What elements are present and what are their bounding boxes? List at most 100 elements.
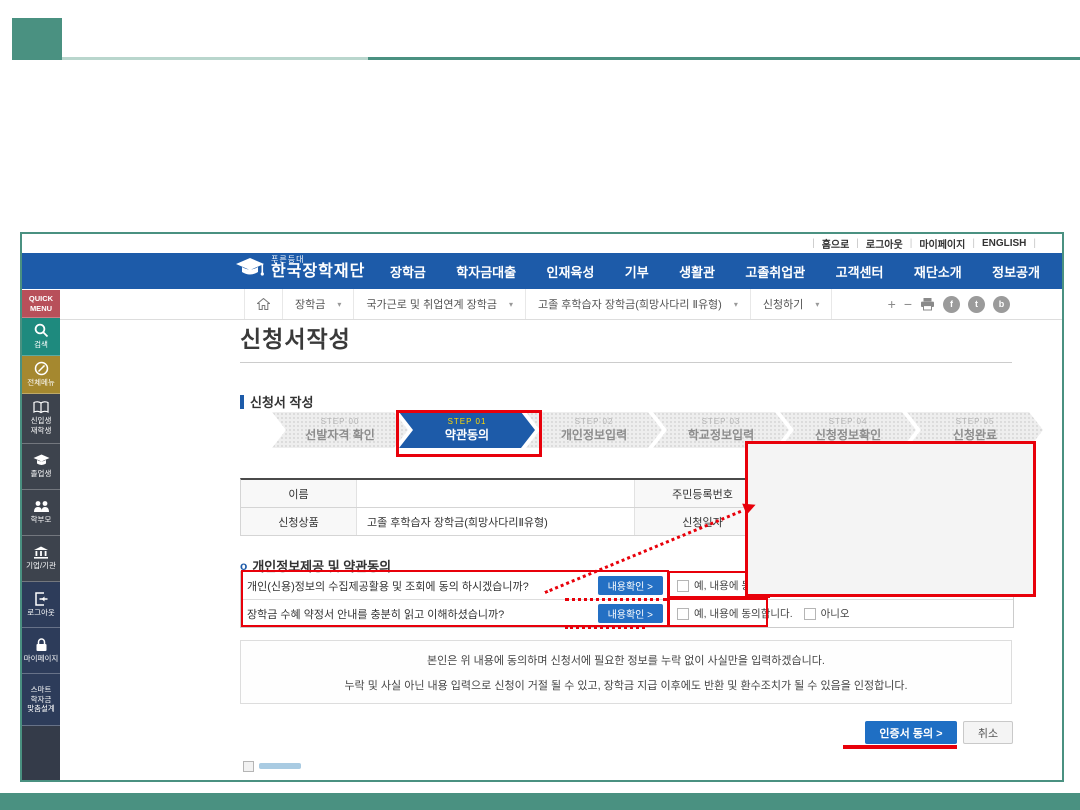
book-icon	[33, 401, 49, 414]
brand-label: 한국장학재단	[271, 264, 365, 280]
breadcrumb-apply[interactable]: 신청하기 ▾	[751, 289, 833, 319]
truncated-link[interactable]	[259, 763, 301, 769]
sidebar-item-label: 스마트 학자금 맞춤설계	[27, 685, 55, 714]
truncated-checkbox[interactable]	[243, 761, 254, 772]
annotation-dotted-line-2	[565, 626, 645, 629]
menu-scholarship[interactable]: 장학금	[390, 262, 426, 281]
product-header-cell: 신청상품	[241, 508, 357, 535]
compass-icon	[34, 361, 49, 376]
sidebar-item-parents[interactable]: 학부모	[22, 490, 60, 536]
step-02: STEP 02 개인정보입력	[526, 412, 662, 448]
menu-customer-center[interactable]: 고객센터	[836, 262, 884, 281]
section-accent-bar	[240, 395, 244, 409]
step-00: STEP 00 선발자격 확인	[272, 412, 408, 448]
slide-accent-line-dark	[368, 57, 1080, 60]
sidebar-item-label: 기업/기관	[26, 561, 56, 571]
sidebar-item-label: 신입생 재학생	[31, 416, 52, 436]
people-icon	[33, 500, 50, 513]
main-menu: 장학금 학자금대출 인재육성 기부 생활관 고졸취업관 고객센터 재단소개 정보…	[390, 253, 1040, 289]
facebook-icon[interactable]: f	[943, 296, 960, 313]
menu-loans[interactable]: 학자금대출	[456, 262, 516, 281]
menu-talent[interactable]: 인재육성	[547, 262, 595, 281]
breadcrumb-label: 장학금	[295, 296, 325, 312]
chevron-down-icon: ▾	[509, 300, 513, 309]
sidebar-filler	[22, 726, 60, 780]
breadcrumb-home[interactable]	[244, 289, 283, 319]
menu-disclosure[interactable]: 정보공개	[992, 262, 1040, 281]
certificate-agree-button[interactable]: 인증서 동의 >	[865, 721, 957, 744]
sidebar-item-mypage[interactable]: 마이페이지	[22, 628, 60, 674]
product-value-cell: 고졸 후학습자 장학금(희망사다리Ⅱ유형)	[357, 508, 635, 535]
page-tools: + − f t b	[888, 289, 1010, 319]
menu-highschool-employment[interactable]: 고졸취업관	[745, 262, 805, 281]
sidebar-item-label: 전체메뉴	[27, 378, 55, 388]
name-value-cell	[357, 480, 635, 507]
sidebar-item-label: 마이페이지	[24, 654, 59, 664]
section-title: 신청서 작성	[250, 392, 313, 411]
home-link[interactable]: 홈으로	[822, 236, 850, 251]
breadcrumb-label: 고졸 후학습자 장학금(희망사다리 Ⅱ유형)	[538, 296, 722, 312]
sidebar-item-search[interactable]: 검색	[22, 318, 60, 356]
quick-menu-header: QUICK MENU	[22, 290, 60, 318]
blog-icon[interactable]: b	[993, 296, 1010, 313]
step-number: STEP 02	[575, 417, 614, 426]
sidebar-item-freshman[interactable]: 신입생 재학생	[22, 394, 60, 444]
divider: |	[910, 238, 913, 249]
step-label: 개인정보입력	[561, 426, 627, 443]
divider: |	[972, 238, 975, 249]
slide-accent-line-light	[62, 57, 368, 60]
sidebar-item-smart-plan[interactable]: 스마트 학자금 맞춤설계	[22, 674, 60, 726]
step-number: STEP 04	[829, 417, 868, 426]
breadcrumb: 장학금 ▾ 국가근로 및 취업연계 장학금 ▾ 고졸 후학습자 장학금(희망사다…	[244, 289, 832, 319]
sidebar-item-logout[interactable]: 로그아웃	[22, 582, 60, 628]
breadcrumb-program[interactable]: 고졸 후학습자 장학금(희망사다리 Ⅱ유형) ▾	[526, 289, 751, 319]
global-nav-bar: 푸른등대 한국장학재단 장학금 학자금대출 인재육성 기부 생활관 고졸취업관 …	[22, 253, 1062, 289]
graduation-cap-icon	[235, 257, 265, 279]
zoom-out-icon[interactable]: −	[904, 297, 912, 311]
printer-icon[interactable]	[920, 297, 935, 311]
chevron-down-icon: ▾	[815, 300, 819, 309]
divider: |	[812, 238, 815, 249]
mypage-link[interactable]: 마이페이지	[919, 236, 965, 251]
zoom-in-icon[interactable]: +	[888, 297, 896, 311]
slide-canvas: | 홈으로 | 로그아웃 | 마이페이지 | ENGLISH | 푸른등대	[0, 0, 1080, 810]
breadcrumb-workstudy[interactable]: 국가근로 및 취업연계 장학금 ▾	[354, 289, 526, 319]
logout-link[interactable]: 로그아웃	[866, 236, 903, 251]
browser-screenshot-frame: | 홈으로 | 로그아웃 | 마이페이지 | ENGLISH | 푸른등대	[20, 232, 1064, 782]
breadcrumb-label: 국가근로 및 취업연계 장학금	[366, 296, 497, 312]
pledge-line-1: 본인은 위 내용에 동의하며 신청서에 필요한 정보를 누락 없이 사실만을 입…	[427, 652, 825, 668]
step-number: STEP 03	[702, 417, 741, 426]
search-icon	[34, 323, 49, 338]
twitter-icon[interactable]: t	[968, 296, 985, 313]
menu-about[interactable]: 재단소개	[914, 262, 962, 281]
sidebar-item-corporate[interactable]: 기업/기관	[22, 536, 60, 582]
graduation-cap-icon	[33, 454, 50, 467]
step-number: STEP 00	[321, 417, 360, 426]
sidebar-item-label: 로그아웃	[27, 608, 55, 618]
kosaf-logo[interactable]: 푸른등대 한국장학재단	[235, 256, 365, 280]
pledge-notice-box: 본인은 위 내용에 동의하며 신청서에 필요한 정보를 누락 없이 사실만을 입…	[240, 640, 1012, 704]
annotation-callout-box	[745, 441, 1036, 597]
agree-no-label: 아니오	[821, 606, 850, 621]
agree-no-checkbox[interactable]	[804, 608, 816, 620]
sidebar-item-label: 졸업생	[31, 469, 52, 479]
slide-accent-square	[12, 18, 62, 60]
annotation-button-underline	[843, 745, 957, 749]
breadcrumb-bar: 장학금 ▾ 국가근로 및 취업연계 장학금 ▾ 고졸 후학습자 장학금(희망사다…	[22, 289, 1062, 320]
quick-menu-label: QUICK MENU	[29, 294, 53, 314]
sidebar-item-graduate[interactable]: 졸업생	[22, 444, 60, 490]
utility-links: | 홈으로 | 로그아웃 | 마이페이지 | ENGLISH |	[812, 236, 1036, 251]
breadcrumb-scholarship[interactable]: 장학금 ▾	[283, 289, 354, 319]
annotation-step-highlight	[396, 410, 542, 457]
breadcrumb-label: 신청하기	[763, 296, 803, 312]
menu-donation[interactable]: 기부	[625, 262, 649, 281]
sidebar-item-label: 학부모	[31, 515, 52, 525]
sidebar-item-all-menu[interactable]: 전체메뉴	[22, 356, 60, 394]
sidebar-item-label: 검색	[34, 340, 48, 350]
bank-icon	[33, 546, 49, 559]
slide-footer-bar	[0, 793, 1080, 810]
chevron-down-icon: ▾	[734, 300, 738, 309]
english-link[interactable]: ENGLISH	[982, 238, 1026, 249]
cancel-button[interactable]: 취소	[963, 721, 1013, 744]
menu-dormitory[interactable]: 생활관	[679, 262, 715, 281]
